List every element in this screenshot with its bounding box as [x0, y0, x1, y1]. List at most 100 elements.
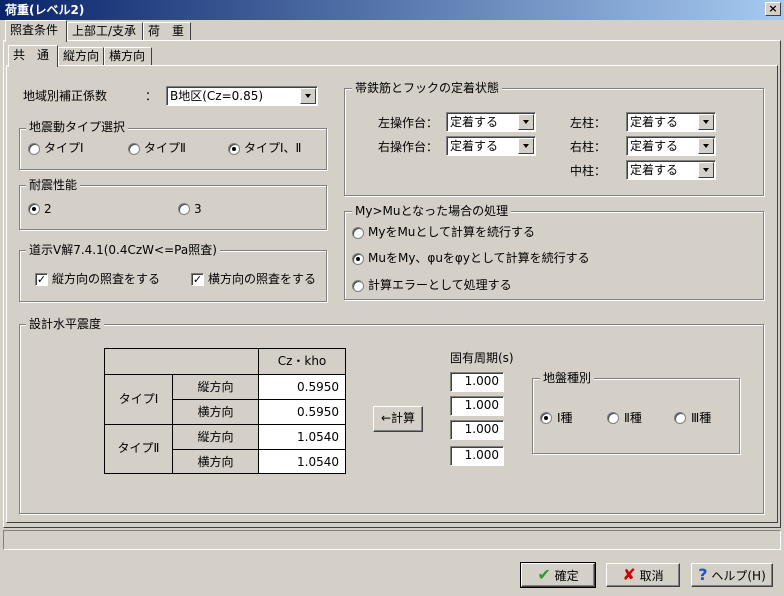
mymu-option-2-radio[interactable]	[352, 253, 364, 265]
table-value-type2-longitudinal[interactable]: 1.0540	[259, 425, 346, 450]
table-row-type2-transverse: 横方向	[173, 450, 259, 474]
question-icon: ?	[698, 565, 708, 584]
tab-label: 照査条件	[10, 23, 59, 37]
table-header-value: Cz・kho	[259, 349, 346, 375]
explanation-title: 道示Ⅴ解7.4.1(0.4CzW<=Pa照査)	[26, 243, 220, 257]
right-column-select[interactable]: 定着する	[626, 136, 716, 156]
ground-type-title: 地盤種別	[540, 371, 595, 385]
tab-conditions[interactable]: 照査条件	[5, 20, 67, 42]
ground-type-3-radio[interactable]	[674, 412, 686, 424]
table-row-type1-longitudinal: 縦方向	[173, 375, 259, 400]
select-value: 定着する	[450, 115, 499, 129]
chevron-down-icon[interactable]	[698, 162, 714, 178]
mymu-option-1-label[interactable]: MyをMuとして計算を続行する	[368, 224, 535, 240]
tab-label: 縦方向	[63, 49, 100, 63]
left-platform-select[interactable]: 定着する	[446, 112, 536, 132]
mymu-option-2-label[interactable]: MuをMy、φuをφyとして計算を続行する	[368, 250, 590, 266]
left-platform-label: 左操作台：	[378, 116, 439, 130]
period-field-4[interactable]: 1.000	[450, 446, 504, 466]
longitudinal-check-label[interactable]: 縦方向の照査をする	[52, 271, 160, 287]
mymu-option-3-label[interactable]: 計算エラーとして処理する	[368, 277, 512, 293]
ground-type-1-radio[interactable]	[540, 412, 552, 424]
ok-label: 確定	[554, 569, 579, 583]
design-coefficient-title: 設計水平震度	[26, 317, 105, 331]
window-title: 荷重(レベル2)	[5, 3, 85, 17]
help-button[interactable]: ? ヘルプ(H)	[691, 563, 773, 587]
seismic-type-both-radio[interactable]	[228, 143, 240, 155]
mymu-option-1-radio[interactable]	[352, 227, 364, 239]
period-field-3[interactable]: 1.000	[450, 420, 504, 440]
anchorage-title: 帯鉄筋とフックの定着状態	[352, 81, 503, 95]
transverse-check-checkbox[interactable]: ✓	[191, 273, 204, 286]
seismic-type-1-radio[interactable]	[28, 143, 40, 155]
left-column-label: 左柱：	[570, 116, 607, 130]
ground-type-2-radio[interactable]	[607, 412, 619, 424]
cross-icon: ✘	[622, 565, 636, 584]
subtab-transverse[interactable]: 横方向	[104, 47, 152, 65]
seismic-type-2-radio[interactable]	[128, 143, 140, 155]
coefficient-table: Cz・kho タイプⅠ 縦方向 0.5950 横方向 0.5950 タイプⅡ 縦…	[104, 348, 346, 474]
mymu-option-3-radio[interactable]	[352, 280, 364, 292]
chevron-down-icon[interactable]	[518, 138, 534, 154]
ok-button[interactable]: ✔ 確定	[520, 562, 596, 588]
table-value-type1-transverse[interactable]: 0.5950	[259, 400, 346, 425]
right-platform-label: 右操作台：	[378, 140, 439, 154]
region-label: 地域別補正係数	[23, 89, 108, 103]
region-value: B地区(Cz=0.85)	[170, 89, 264, 103]
table-row-type1-transverse: 横方向	[173, 400, 259, 425]
seismic-type-both-label[interactable]: タイプⅠ、Ⅱ	[244, 140, 301, 156]
right-column-label: 右柱：	[570, 140, 607, 154]
chevron-down-icon[interactable]	[698, 114, 714, 130]
period-field-1[interactable]: 1.000	[450, 372, 504, 392]
tab-label: 横方向	[109, 49, 146, 63]
chevron-down-icon[interactable]	[518, 114, 534, 130]
tab-superstructure[interactable]: 上部工/支承	[67, 22, 143, 40]
region-colon: ：	[145, 89, 158, 103]
select-value: 定着する	[630, 163, 679, 177]
table-value-type1-longitudinal[interactable]: 0.5950	[259, 375, 346, 400]
tab-loads[interactable]: 荷 重	[143, 22, 191, 40]
seismic-type-2-label[interactable]: タイプⅡ	[144, 140, 186, 156]
chevron-down-icon[interactable]	[698, 138, 714, 154]
chevron-down-icon[interactable]	[300, 88, 316, 104]
table-row-type2-longitudinal: 縦方向	[173, 425, 259, 450]
performance-3-radio[interactable]	[178, 203, 190, 215]
period-field-2[interactable]: 1.000	[450, 396, 504, 416]
table-value-type2-transverse[interactable]: 1.0540	[259, 450, 346, 474]
seismic-type-title: 地震動タイプ選択	[26, 120, 129, 134]
window-title-bar[interactable]: 荷重(レベル2)	[0, 0, 784, 20]
cancel-label: 取消	[639, 569, 664, 583]
table-group-type1: タイプⅠ	[105, 375, 173, 425]
select-value: 定着する	[450, 139, 499, 153]
calculate-button[interactable]: ←計算	[373, 406, 423, 432]
right-platform-select[interactable]: 定着する	[446, 136, 536, 156]
performance-title: 耐震性能	[26, 178, 81, 192]
select-value: 定着する	[630, 115, 679, 129]
seismic-type-1-label[interactable]: タイプⅠ	[44, 140, 84, 156]
period-label: 固有周期(s)	[450, 351, 514, 365]
region-select[interactable]: B地区(Cz=0.85)	[166, 86, 318, 106]
performance-2-label[interactable]: 2	[44, 201, 52, 217]
middle-column-label: 中柱：	[570, 164, 607, 178]
select-value: 定着する	[630, 139, 679, 153]
left-column-select[interactable]: 定着する	[626, 112, 716, 132]
longitudinal-check-checkbox[interactable]: ✓	[35, 273, 48, 286]
ground-type-2-label[interactable]: Ⅱ種	[624, 410, 642, 426]
ground-type-1-label[interactable]: Ⅰ種	[557, 410, 573, 426]
subtab-longitudinal[interactable]: 縦方向	[58, 47, 104, 65]
transverse-check-label[interactable]: 横方向の照査をする	[208, 271, 316, 287]
tab-label: 荷 重	[148, 24, 185, 38]
cancel-button[interactable]: ✘ 取消	[606, 563, 680, 587]
mymu-title: My>Muとなった場合の処理	[352, 204, 512, 218]
close-icon[interactable]: ×	[765, 2, 781, 16]
ground-type-3-label[interactable]: Ⅲ種	[691, 410, 711, 426]
subtab-common[interactable]: 共 通	[8, 45, 58, 67]
performance-2-radio[interactable]	[28, 203, 40, 215]
table-group-type2: タイプⅡ	[105, 425, 173, 474]
middle-column-select[interactable]: 定着する	[626, 160, 716, 180]
performance-3-label[interactable]: 3	[194, 201, 202, 217]
checkmark-icon: ✔	[537, 565, 551, 584]
table-header-empty	[105, 349, 259, 375]
tab-label: 共 通	[13, 48, 50, 62]
status-bar	[3, 530, 781, 550]
